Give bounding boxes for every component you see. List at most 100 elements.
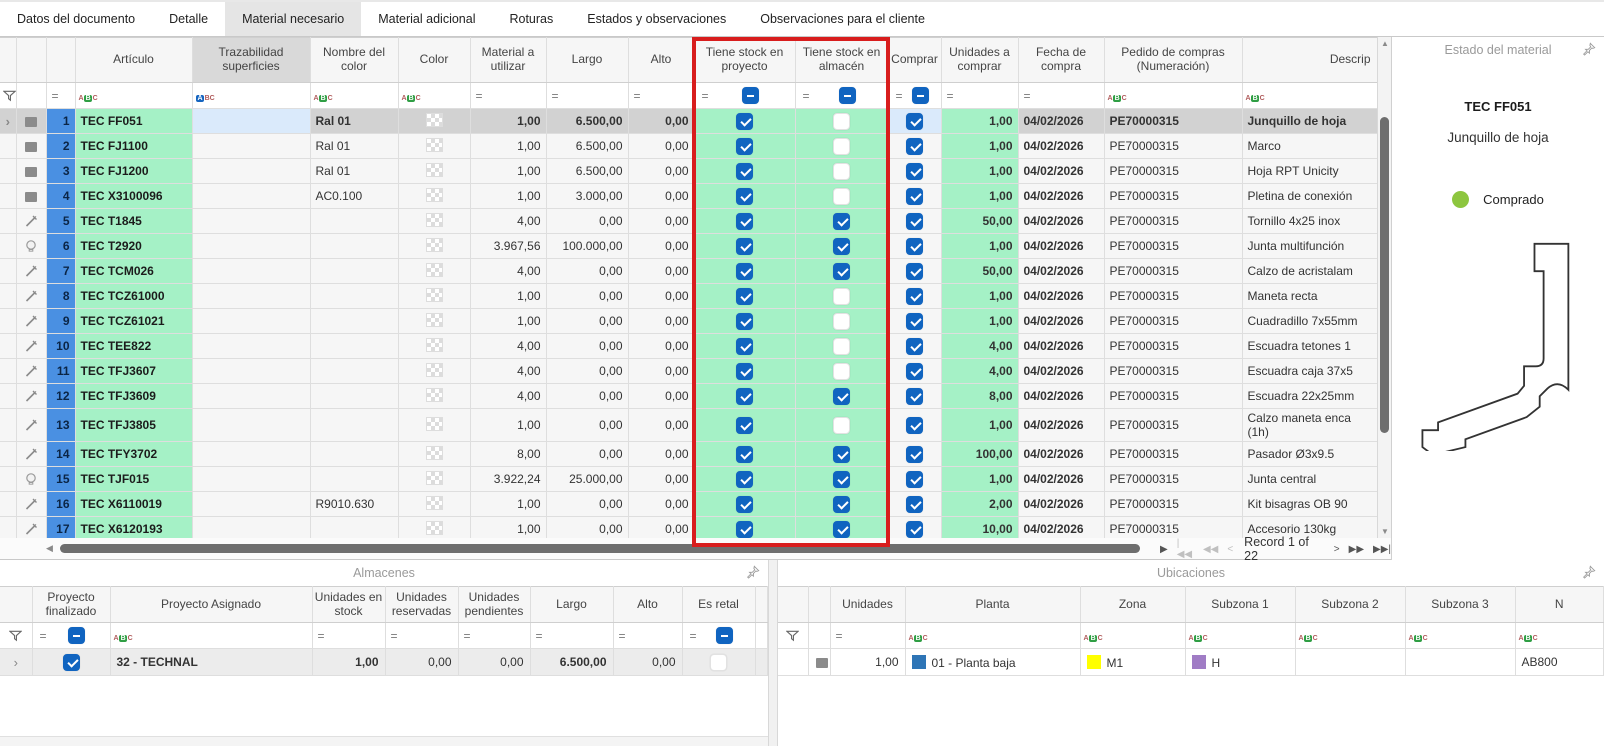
nombre-color-cell[interactable] — [310, 359, 398, 384]
vertical-scroll-thumb[interactable] — [1380, 117, 1389, 433]
comprar-checkbox[interactable] — [906, 113, 923, 130]
alto-cell[interactable]: 0,00 — [628, 259, 694, 284]
finalizado-cell[interactable] — [32, 649, 110, 676]
filter-proyecto[interactable]: ABC — [110, 623, 312, 649]
es-retal-cell[interactable] — [682, 649, 755, 676]
stock-almacen-checkbox[interactable] — [833, 521, 850, 538]
material-cell[interactable]: 3.922,24 — [470, 467, 546, 492]
largo-cell[interactable]: 0,00 — [546, 209, 628, 234]
fecha-compra-cell[interactable]: 04/02/2026 — [1018, 159, 1104, 184]
descripcion-cell[interactable]: Tornillo 4x25 inox — [1242, 209, 1377, 234]
filter-largo[interactable]: = — [530, 623, 613, 649]
material-row[interactable]: 12TEC TFJ36094,000,000,008,0004/02/2026P… — [0, 384, 1377, 409]
stock-proyecto-cell[interactable] — [694, 284, 795, 309]
color-cell[interactable] — [398, 284, 470, 309]
filter-finalizado[interactable]: = — [32, 623, 110, 649]
material-row[interactable]: 4TEC X3100096AC0.1001,003.000,000,001,00… — [0, 184, 1377, 209]
filter-checkbox-stock-almacen[interactable] — [839, 87, 856, 104]
comprar-cell[interactable] — [888, 309, 941, 334]
unidades-comprar-cell[interactable]: 1,00 — [941, 309, 1018, 334]
color-cell[interactable] — [398, 259, 470, 284]
stock-almacen-checkbox[interactable] — [833, 163, 850, 180]
filter-funnel-icon[interactable] — [0, 83, 16, 109]
color-cell[interactable] — [398, 359, 470, 384]
descripcion-cell[interactable]: Hoja RPT Unicity — [1242, 159, 1377, 184]
filter-stock[interactable]: = — [312, 623, 385, 649]
stock-almacen-checkbox[interactable] — [833, 288, 850, 305]
col-header-largo[interactable]: Largo — [530, 587, 613, 623]
fecha-compra-cell[interactable]: 04/02/2026 — [1018, 109, 1104, 134]
first-record-button[interactable]: |◀◀ — [1177, 538, 1194, 560]
filter-nombre-color[interactable]: ABC — [310, 83, 398, 109]
stock-almacen-checkbox[interactable] — [833, 213, 850, 230]
stock-almacen-cell[interactable] — [795, 492, 888, 517]
stock-almacen-checkbox[interactable] — [833, 471, 850, 488]
col-header-descripcion[interactable]: Descrip — [1242, 38, 1377, 83]
material-cell[interactable]: 1,00 — [470, 492, 546, 517]
tab-roturas[interactable]: Roturas — [492, 2, 570, 36]
col-header-nombre-color[interactable]: Nombre del color — [310, 38, 398, 83]
stock-proyecto-cell[interactable] — [694, 184, 795, 209]
fecha-compra-cell[interactable]: 04/02/2026 — [1018, 309, 1104, 334]
comprar-cell[interactable] — [888, 234, 941, 259]
trazabilidad-cell[interactable] — [192, 492, 310, 517]
last-record-button[interactable]: ▶▶| — [1373, 544, 1391, 555]
descripcion-cell[interactable]: Cuadradillo 7x55mm — [1242, 309, 1377, 334]
stock-proyecto-cell[interactable] — [694, 259, 795, 284]
nombre-color-cell[interactable] — [310, 467, 398, 492]
comprar-cell[interactable] — [888, 334, 941, 359]
next-page-button[interactable]: ▶▶ — [1349, 544, 1364, 555]
comprar-checkbox[interactable] — [906, 417, 923, 434]
stock-proyecto-cell[interactable] — [694, 109, 795, 134]
trazabilidad-cell[interactable] — [192, 409, 310, 442]
filter-alto[interactable]: = — [613, 623, 682, 649]
alto-cell[interactable]: 0,00 — [628, 359, 694, 384]
next-record-button[interactable]: > — [1334, 544, 1340, 555]
largo-cell[interactable]: 0,00 — [546, 409, 628, 442]
row-expand-cell[interactable] — [0, 284, 16, 309]
largo-cell[interactable]: 6.500,00 — [530, 649, 613, 676]
stock-almacen-cell[interactable] — [795, 109, 888, 134]
comprar-cell[interactable] — [888, 384, 941, 409]
nombre-color-cell[interactable] — [310, 309, 398, 334]
nombre-color-cell[interactable] — [310, 384, 398, 409]
row-expand-cell[interactable] — [0, 134, 16, 159]
col-header-unidades-stock[interactable]: Unidades en stock — [312, 587, 385, 623]
planta-cell[interactable]: 01 - Planta baja — [905, 649, 1080, 676]
articulo-cell[interactable]: TEC TCM026 — [75, 259, 192, 284]
fecha-compra-cell[interactable]: 04/02/2026 — [1018, 259, 1104, 284]
stock-proyecto-checkbox[interactable] — [736, 288, 753, 305]
alto-cell[interactable]: 0,00 — [628, 309, 694, 334]
color-cell[interactable] — [398, 442, 470, 467]
stock-proyecto-cell[interactable] — [694, 492, 795, 517]
filter-funnel-icon[interactable] — [778, 623, 808, 649]
nombre-color-cell[interactable]: Ral 01 — [310, 159, 398, 184]
row-expand-cell[interactable] — [0, 259, 16, 284]
row-expand-cell[interactable] — [0, 467, 16, 492]
trazabilidad-cell[interactable] — [192, 109, 310, 134]
col-header-n[interactable]: N — [1515, 587, 1604, 623]
col-header-stock-almacen[interactable]: Tiene stock en almacén — [795, 38, 888, 83]
col-header-alto[interactable]: Alto — [613, 587, 682, 623]
unidades-comprar-cell[interactable]: 1,00 — [941, 234, 1018, 259]
col-header-zona[interactable]: Zona — [1080, 587, 1185, 623]
articulo-cell[interactable]: TEC FJ1200 — [75, 159, 192, 184]
row-expand-cell[interactable] — [0, 184, 16, 209]
filter-articulo[interactable]: ABC — [75, 83, 192, 109]
material-cell[interactable]: 1,00 — [470, 309, 546, 334]
material-cell[interactable]: 4,00 — [470, 384, 546, 409]
articulo-cell[interactable]: TEC TJF015 — [75, 467, 192, 492]
stock-proyecto-checkbox[interactable] — [736, 363, 753, 380]
trazabilidad-cell[interactable] — [192, 334, 310, 359]
fecha-compra-cell[interactable]: 04/02/2026 — [1018, 492, 1104, 517]
largo-cell[interactable]: 6.500,00 — [546, 134, 628, 159]
comprar-cell[interactable] — [888, 409, 941, 442]
almacenes-horizontal-scrollbar[interactable] — [0, 736, 768, 746]
subzona3-cell[interactable] — [1405, 649, 1515, 676]
nombre-color-cell[interactable]: Ral 01 — [310, 134, 398, 159]
stock-proyecto-cell[interactable] — [694, 384, 795, 409]
material-row[interactable]: 8TEC TCZ610001,000,000,001,0004/02/2026P… — [0, 284, 1377, 309]
col-header-planta[interactable]: Planta — [905, 587, 1080, 623]
color-cell[interactable] — [398, 492, 470, 517]
trazabilidad-cell[interactable] — [192, 134, 310, 159]
